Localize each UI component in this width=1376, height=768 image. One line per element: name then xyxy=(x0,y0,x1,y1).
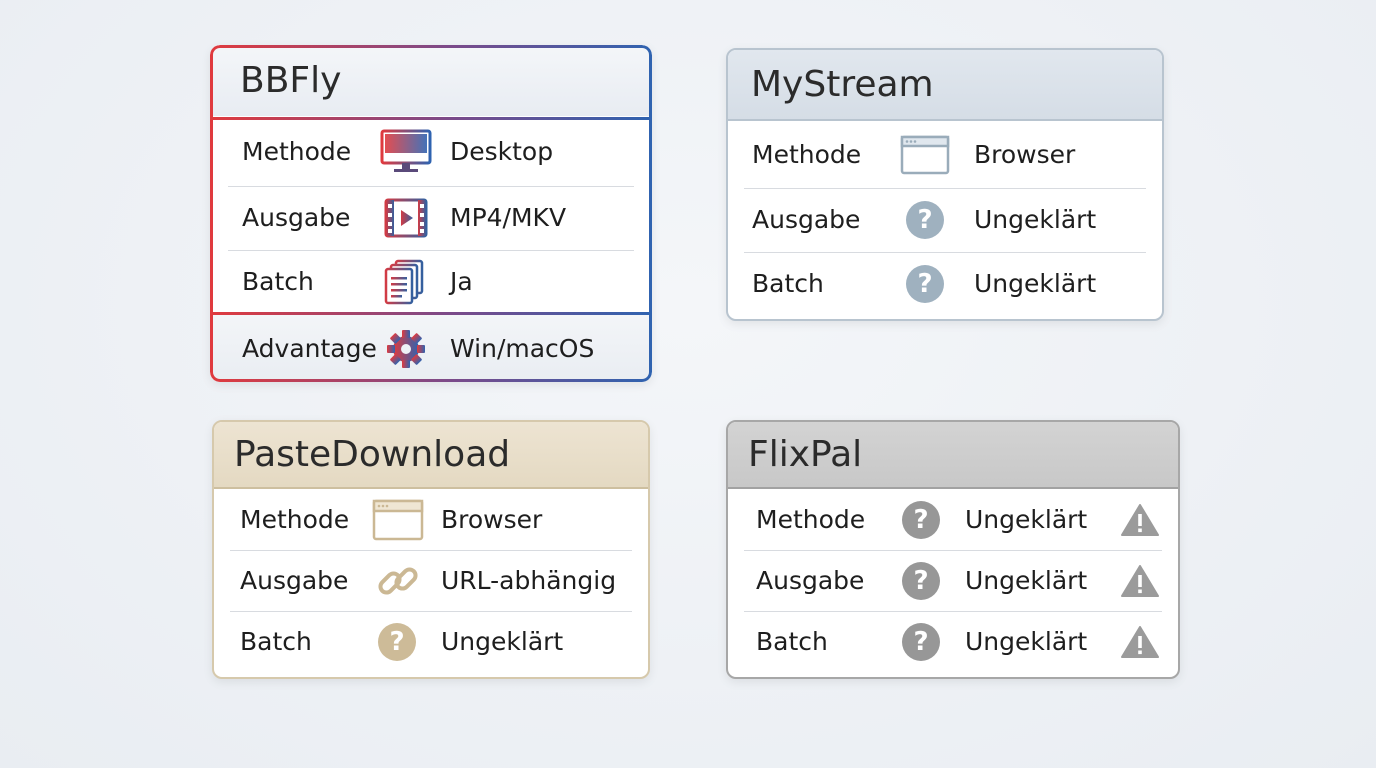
card-mystream: MyStream Methode Browser Ausgabe ? Ungek… xyxy=(726,48,1164,321)
video-film-icon xyxy=(384,198,428,238)
row-label: Batch xyxy=(240,627,312,656)
card-title: MyStream xyxy=(728,50,1162,121)
row-batch: Batch Ja xyxy=(210,250,652,313)
row-label: Ausgabe xyxy=(752,205,861,234)
row-methode: Methode Browser xyxy=(214,489,648,550)
row-ausgabe: Ausgabe MP4/MKV xyxy=(210,186,652,249)
link-chain-icon xyxy=(376,559,420,603)
row-label: Methode xyxy=(756,505,866,534)
desktop-monitor-icon xyxy=(380,129,432,175)
question-circle-icon: ? xyxy=(378,622,416,661)
row-value: MP4/MKV xyxy=(450,203,567,232)
row-batch: Batch ? Ungeklärt xyxy=(728,611,1178,672)
row-value: Ja xyxy=(450,267,473,296)
row-methode: Methode ? Ungeklärt xyxy=(728,489,1178,550)
warning-triangle-icon xyxy=(1120,503,1160,537)
card-pastedownload: PasteDownload Methode Browser Ausgabe UR… xyxy=(212,420,650,679)
row-label: Ausgabe xyxy=(756,566,865,595)
row-value: Ungeklärt xyxy=(974,205,1097,234)
row-methode: Methode Browser xyxy=(728,123,1162,186)
row-batch: Batch ? Ungeklärt xyxy=(214,611,648,672)
row-value: URL-abhängig xyxy=(441,566,617,595)
row-batch: Batch ? Ungeklärt xyxy=(728,252,1162,315)
browser-window-icon xyxy=(900,135,950,175)
row-advantage: Advantage Win/macOS xyxy=(210,315,652,382)
question-circle-icon: ? xyxy=(902,500,940,539)
card-flixpal: FlixPal Methode ? Ungeklärt Ausgabe ? Un… xyxy=(726,420,1180,679)
row-ausgabe: Ausgabe URL-abhängig xyxy=(214,550,648,611)
card-title: FlixPal xyxy=(728,422,1178,489)
row-label: Ausgabe xyxy=(242,203,351,232)
row-value: Ungeklärt xyxy=(965,627,1088,656)
row-ausgabe: Ausgabe ? Ungeklärt xyxy=(728,188,1162,251)
row-label: Methode xyxy=(752,140,862,169)
row-value: Ungeklärt xyxy=(965,505,1088,534)
row-value: Browser xyxy=(441,505,543,534)
row-value: Win/macOS xyxy=(450,334,595,363)
question-circle-icon: ? xyxy=(902,561,940,600)
row-label: Batch xyxy=(756,627,828,656)
warning-triangle-icon xyxy=(1120,625,1160,659)
row-label: Batch xyxy=(752,269,824,298)
row-label: Batch xyxy=(242,267,314,296)
row-label: Ausgabe xyxy=(240,566,349,595)
row-value: Ungeklärt xyxy=(974,269,1097,298)
row-label: Advantage xyxy=(242,334,377,363)
browser-window-icon xyxy=(372,499,424,541)
row-value: Ungeklärt xyxy=(441,627,564,656)
card-title: PasteDownload xyxy=(214,422,648,489)
row-ausgabe: Ausgabe ? Ungeklärt xyxy=(728,550,1178,611)
row-value: Desktop xyxy=(450,137,554,166)
documents-stack-icon xyxy=(384,259,426,305)
gear-icon xyxy=(386,329,426,369)
row-value: Ungeklärt xyxy=(965,566,1088,595)
question-circle-icon: ? xyxy=(902,622,940,661)
warning-triangle-icon xyxy=(1120,564,1160,598)
row-methode: Methode Desktop xyxy=(210,120,652,183)
question-circle-icon: ? xyxy=(906,200,944,239)
row-label: Methode xyxy=(242,137,352,166)
card-title: BBFly xyxy=(210,45,652,116)
row-value: Browser xyxy=(974,140,1076,169)
card-bbfly: BBFly Methode Desktop Ausgabe MP4/MKV Ba… xyxy=(210,45,652,382)
row-label: Methode xyxy=(240,505,350,534)
question-circle-icon: ? xyxy=(906,264,944,303)
